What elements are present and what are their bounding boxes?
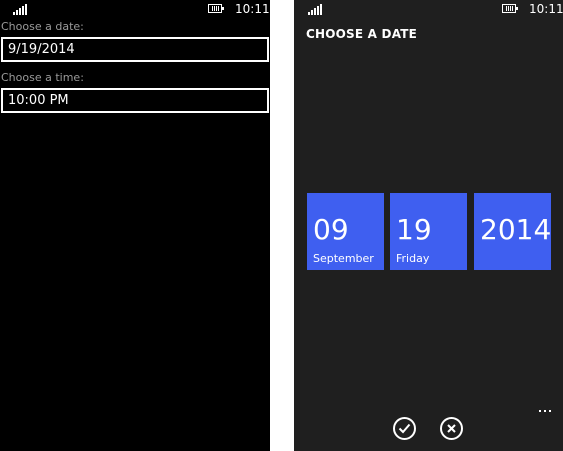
month-number: 09 <box>313 213 349 246</box>
cancel-button[interactable] <box>440 417 463 440</box>
battery-icon <box>208 4 224 13</box>
month-name: September <box>313 252 374 265</box>
time-label: Choose a time: <box>1 71 84 84</box>
ellipsis-icon <box>539 410 541 412</box>
date-picker-screen: 10:11 CHOOSE A DATE 09 September 19 Frid… <box>294 0 563 451</box>
day-selector[interactable]: 19 Friday <box>390 193 467 270</box>
date-time-form-screen: 10:11 Choose a date: 9/19/2014 Choose a … <box>0 0 270 451</box>
signal-strength-icon <box>13 4 27 15</box>
date-label: Choose a date: <box>1 20 84 33</box>
more-menu-button[interactable] <box>539 410 551 412</box>
time-field[interactable]: 10:00 PM <box>1 88 269 113</box>
status-clock: 10:11 <box>235 2 270 16</box>
day-name: Friday <box>396 252 430 265</box>
page-title: CHOOSE A DATE <box>306 27 418 41</box>
year-selector[interactable]: 2014 <box>474 193 551 270</box>
date-field[interactable]: 9/19/2014 <box>1 37 269 62</box>
status-bar: 10:11 <box>0 0 270 20</box>
signal-strength-icon <box>308 4 322 15</box>
checkmark-icon <box>398 423 411 434</box>
month-selector[interactable]: 09 September <box>307 193 384 270</box>
status-bar: 10:11 <box>294 0 563 20</box>
accept-button[interactable] <box>393 417 416 440</box>
status-clock: 10:11 <box>529 2 563 16</box>
day-number: 19 <box>396 213 432 246</box>
year-number: 2014 <box>480 213 552 246</box>
battery-icon <box>502 4 518 13</box>
close-icon <box>447 424 456 433</box>
